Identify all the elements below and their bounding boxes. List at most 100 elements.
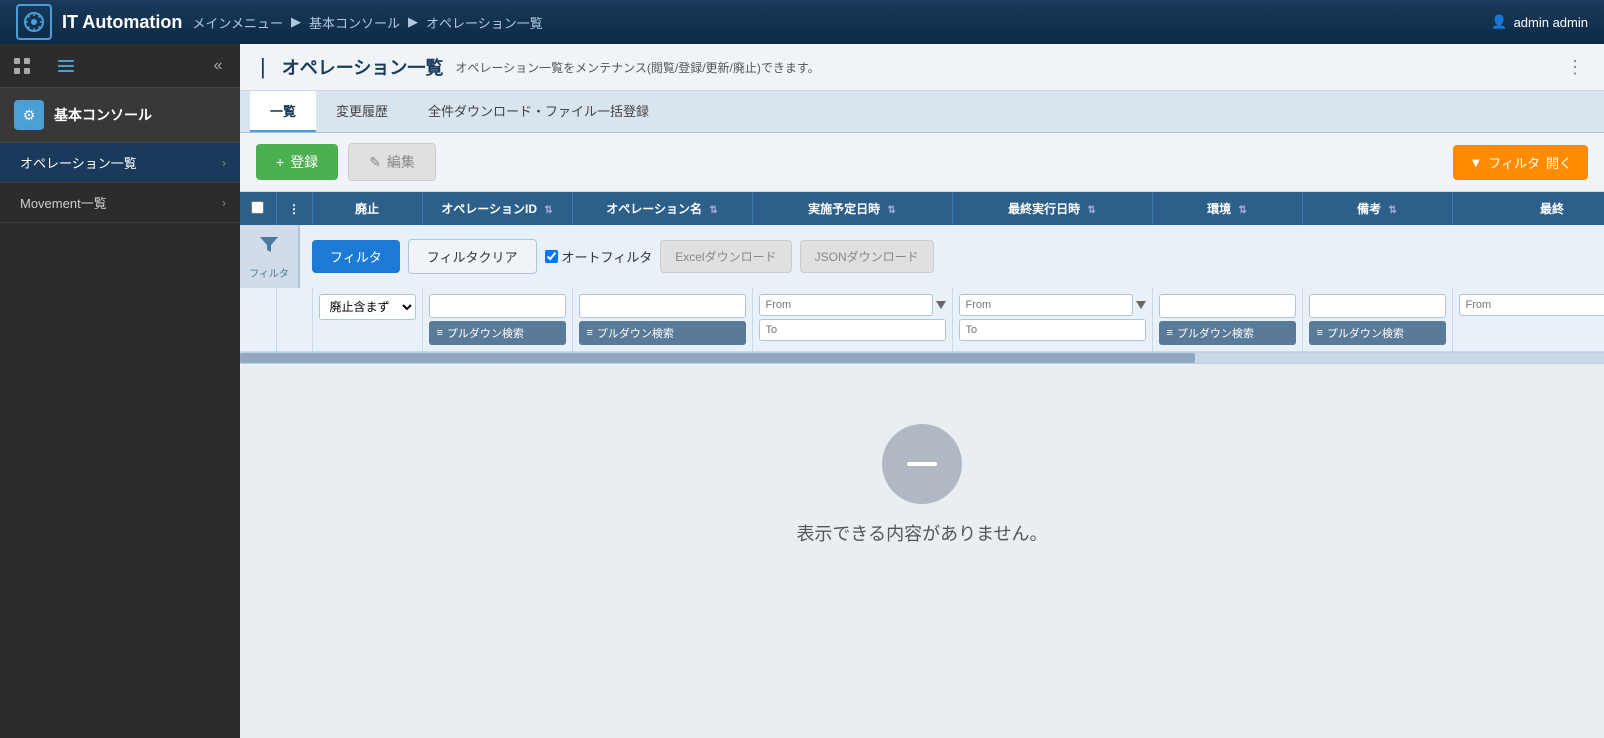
filter-funnel-icon xyxy=(258,233,280,261)
breadcrumb-item-1[interactable]: メインメニュー xyxy=(192,13,283,32)
dropdown-label-1: プルダウン検索 xyxy=(447,325,524,341)
tab-download[interactable]: 全件ダウンロード・ファイル一括登録 xyxy=(408,91,669,132)
dropdown-icon-4: ≡ xyxy=(1317,327,1323,339)
op-name-dropdown-search-btn[interactable]: ≡ プルダウン検索 xyxy=(579,321,746,345)
content-area: | オペレーション一覧 オペレーション一覧をメンテナンス(閲覧/登録/更新/廃止… xyxy=(240,44,1604,738)
edit-label: 編集 xyxy=(387,152,415,172)
page-title: オペレーション一覧 xyxy=(282,54,444,80)
app-title: IT Automation xyxy=(62,12,182,33)
select-all-checkbox[interactable] xyxy=(251,201,264,214)
table-scroll-outer[interactable]: ⋮ 廃止 オペレーションID ⇅ オペレーション名 ⇅ xyxy=(240,192,1604,738)
saigo-to-input[interactable] xyxy=(959,319,1146,341)
sort-icon-jisshi: ⇅ xyxy=(887,205,895,216)
edit-button: ✎ 編集 xyxy=(348,143,436,181)
haishi-filter-select[interactable]: 廃止含まず 廃止含む 廃止のみ xyxy=(319,294,416,320)
dropdown-label-4: プルダウン検索 xyxy=(1327,325,1404,341)
chevron-icon-1: › xyxy=(222,156,226,170)
saigo-from-input[interactable] xyxy=(959,294,1133,316)
table-header-row: ⋮ 廃止 オペレーションID ⇅ オペレーション名 ⇅ xyxy=(240,192,1604,225)
sidebar-item-movement-label: Movement一覧 xyxy=(20,193,107,212)
sidebar-collapse-btn[interactable]: « xyxy=(196,44,240,88)
empty-state-message: 表示できる内容がありません。 xyxy=(796,520,1047,546)
sidebar-item-operations[interactable]: オペレーション一覧 › xyxy=(0,143,240,183)
chevron-icon-2: › xyxy=(222,196,226,210)
dropdown-label-2: プルダウン検索 xyxy=(597,325,674,341)
sidebar-item-movement[interactable]: Movement一覧 › xyxy=(0,183,240,223)
filter-open-button[interactable]: ▼ フィルタ 開く xyxy=(1453,145,1588,180)
biko-filter-input[interactable] xyxy=(1309,294,1446,318)
jisshi-to-input[interactable] xyxy=(759,319,946,341)
filter-saigo2-cell xyxy=(1452,288,1604,352)
tab-list[interactable]: 一覧 xyxy=(250,91,316,132)
filter-apply-button[interactable]: フィルタ xyxy=(312,240,400,273)
sidebar-item-operations-label: オペレーション一覧 xyxy=(20,153,137,172)
th-biko[interactable]: 備考 ⇅ xyxy=(1302,192,1452,225)
sidebar-section-header: ⚙ 基本コンソール xyxy=(0,88,240,143)
data-table: ⋮ 廃止 オペレーションID ⇅ オペレーション名 ⇅ xyxy=(240,192,1604,352)
saigo-date-group xyxy=(959,294,1146,341)
list-icon-btn[interactable] xyxy=(44,44,88,88)
filter-panel: フィルタ フィルタ フィルタクリア オートフィルタ xyxy=(240,225,1604,288)
app-logo xyxy=(16,4,52,40)
json-download-button: JSONダウンロード xyxy=(800,240,934,273)
biko-dropdown-search-btn[interactable]: ≡ プルダウン検索 xyxy=(1309,321,1446,345)
th-kankyo-label: 環境 xyxy=(1207,202,1231,216)
dropdown-icon-2: ≡ xyxy=(587,327,593,339)
sidebar: « ⚙ 基本コンソール オペレーション一覧 › Movement一覧 › xyxy=(0,44,240,738)
breadcrumb-item-2[interactable]: 基本コンソール xyxy=(309,13,400,32)
filter-panel-cell: フィルタ フィルタ フィルタクリア オートフィルタ xyxy=(240,225,1604,288)
filter-panel-row: フィルタ フィルタ フィルタクリア オートフィルタ xyxy=(240,225,1604,288)
sort-icon-biko: ⇅ xyxy=(1388,205,1396,216)
excel-download-button: Excelダウンロード xyxy=(660,240,791,273)
filter-icon-cell: フィルタ xyxy=(240,225,300,288)
filter-op-id-cell: ≡ プルダウン検索 xyxy=(422,288,572,352)
grid-icon-btn[interactable] xyxy=(0,44,44,88)
main-layout: « ⚙ 基本コンソール オペレーション一覧 › Movement一覧 › | オ… xyxy=(0,44,1604,738)
filter-checkbox-cell xyxy=(240,288,276,352)
breadcrumb-item-3[interactable]: オペレーション一覧 xyxy=(426,13,543,32)
filter-more-cell xyxy=(276,288,312,352)
filter-clear-button[interactable]: フィルタクリア xyxy=(408,239,537,274)
th-saigo[interactable]: 最終実行日時 ⇅ xyxy=(952,192,1152,225)
kankyo-filter-input[interactable] xyxy=(1159,294,1296,318)
op-name-filter-input[interactable] xyxy=(579,294,746,318)
saigo2-from-input[interactable] xyxy=(1459,294,1604,316)
page-header: | オペレーション一覧 オペレーション一覧をメンテナンス(閲覧/登録/更新/廃止… xyxy=(240,44,1604,91)
th-op-name-label: オペレーション名 xyxy=(606,202,702,216)
breadcrumb: メインメニュー ▶ 基本コンソール ▶ オペレーション一覧 xyxy=(192,13,542,32)
topbar: IT Automation メインメニュー ▶ 基本コンソール ▶ オペレーショ… xyxy=(0,0,1604,44)
page-title-bar-icon: | xyxy=(260,54,266,80)
jisshi-from-input[interactable] xyxy=(759,294,933,316)
sort-icon-op-name: ⇅ xyxy=(709,205,717,216)
filter-kankyo-cell: ≡ プルダウン検索 xyxy=(1152,288,1302,352)
th-jisshi[interactable]: 実施予定日時 ⇅ xyxy=(752,192,952,225)
horizontal-scrollbar[interactable] xyxy=(240,352,1604,364)
scroll-thumb[interactable] xyxy=(240,353,1195,363)
user-icon: 👤 xyxy=(1491,14,1507,30)
dropdown-icon-1: ≡ xyxy=(437,327,443,339)
filter-op-name-cell: ≡ プルダウン検索 xyxy=(572,288,752,352)
filter-jisshi-cell xyxy=(752,288,952,352)
th-saigo2: 最終 xyxy=(1452,192,1604,225)
op-id-filter-input[interactable] xyxy=(429,294,566,318)
auto-filter-checkbox[interactable] xyxy=(545,250,558,263)
th-haishi: 廃止 xyxy=(312,192,422,225)
register-button[interactable]: + 登録 xyxy=(256,144,338,180)
th-kankyo[interactable]: 環境 ⇅ xyxy=(1152,192,1302,225)
th-haishi-label: 廃止 xyxy=(355,202,379,216)
auto-filter-label[interactable]: オートフィルタ xyxy=(545,247,653,266)
kankyo-dropdown-search-btn[interactable]: ≡ プルダウン検索 xyxy=(1159,321,1296,345)
filter-saigo-cell xyxy=(952,288,1152,352)
th-checkbox xyxy=(240,192,276,225)
th-op-name[interactable]: オペレーション名 ⇅ xyxy=(572,192,752,225)
page-header-left: | オペレーション一覧 オペレーション一覧をメンテナンス(閲覧/登録/更新/廃止… xyxy=(260,54,820,80)
saigo-to-row xyxy=(959,319,1146,341)
register-plus-icon: + xyxy=(276,154,284,170)
th-op-id[interactable]: オペレーションID ⇅ xyxy=(422,192,572,225)
tab-history[interactable]: 変更履歴 xyxy=(316,91,408,132)
page-menu-button[interactable]: ⋮ xyxy=(1566,57,1584,78)
filter-label: フィルタ xyxy=(1488,153,1540,172)
op-id-dropdown-search-btn[interactable]: ≡ プルダウン検索 xyxy=(429,321,566,345)
user-menu[interactable]: 👤 admin admin xyxy=(1491,14,1588,30)
breadcrumb-sep-1: ▶ xyxy=(291,14,301,30)
